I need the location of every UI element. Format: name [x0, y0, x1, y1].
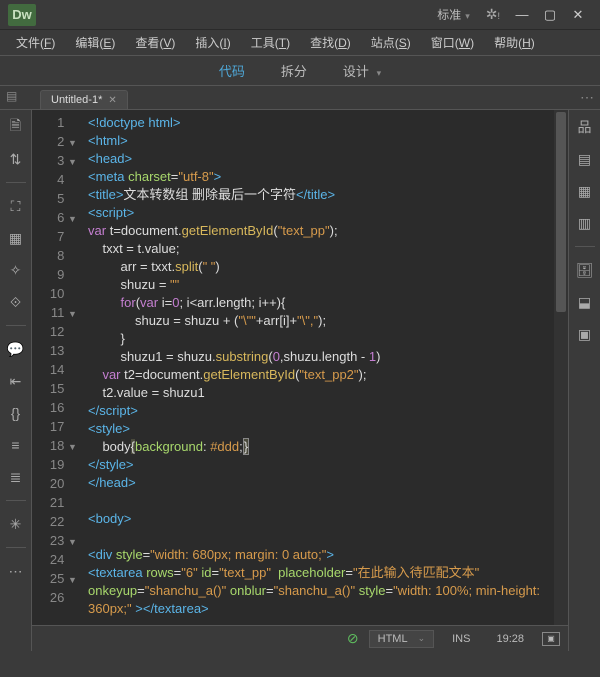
preview-icon[interactable]: ▣ — [542, 632, 560, 646]
related-files-icon[interactable]: ▤ — [6, 89, 17, 103]
view-mode-bar: 代码 拆分 设计 ▾ — [0, 56, 600, 86]
statusbar: ⊘ HTML⌄ INS 19:28 ▣ — [32, 625, 568, 651]
highlight-icon[interactable]: ✳ — [7, 515, 25, 533]
insert-panel-icon[interactable]: ▦ — [576, 182, 594, 200]
indent-icon[interactable]: ⇤ — [7, 372, 25, 390]
menu-s[interactable]: 站点(S) — [361, 34, 421, 51]
menu-e[interactable]: 编辑(E) — [65, 34, 125, 51]
menu-w[interactable]: 窗口(W) — [421, 34, 484, 51]
insert-mode[interactable]: INS — [444, 631, 478, 647]
workspace-switcher[interactable]: 标准▾ — [429, 6, 478, 23]
view-design-tab[interactable]: 设计 ▾ — [335, 57, 389, 84]
format-icon[interactable]: {} — [7, 404, 25, 422]
dom-panel-icon[interactable]: 品 — [576, 118, 594, 136]
tab-options-icon[interactable]: ⋯ — [580, 89, 594, 106]
line-gutter: 1 2 ▼3 ▼4 5 6 ▼7 8 9 10 11 ▼12 13 14 15 … — [32, 110, 82, 625]
menu-t[interactable]: 工具(T) — [241, 34, 300, 51]
menu-f[interactable]: 文件(F) — [6, 34, 65, 51]
behaviors-icon[interactable]: ▣ — [576, 325, 594, 343]
menu-i[interactable]: 插入(I) — [185, 34, 240, 51]
minimize-button[interactable]: — — [508, 5, 536, 25]
scroll-thumb[interactable] — [556, 112, 566, 312]
css-panel-icon[interactable]: ▥ — [576, 214, 594, 232]
comment-icon[interactable]: 💬 — [7, 340, 25, 358]
chevron-down-icon: ▾ — [377, 68, 382, 78]
menu-h[interactable]: 帮助(H) — [484, 34, 545, 51]
files-panel-icon[interactable]: 🗄 — [576, 261, 594, 279]
assets-panel-icon[interactable]: ▤ — [576, 150, 594, 168]
cursor-position: 19:28 — [488, 631, 532, 647]
left-toolbar: 🗎 ⇅ ⛶ ▦ ✧ ⟐ 💬 ⇤ {} ≡ ≣ ✳ ⋯ — [0, 110, 32, 651]
maximize-button[interactable]: ▢ — [536, 5, 564, 25]
arrow-swap-icon[interactable]: ⇅ — [7, 150, 25, 168]
code-editor[interactable]: 1 2 ▼3 ▼4 5 6 ▼7 8 9 10 11 ▼12 13 14 15 … — [32, 110, 568, 625]
wand-icon[interactable]: ✧ — [7, 261, 25, 279]
menubar: 文件(F)编辑(E)查看(V)插入(I)工具(T)查找(D)站点(S)窗口(W)… — [0, 30, 600, 56]
chevron-down-icon: ⌄ — [418, 633, 426, 644]
status-ok-icon[interactable]: ⊘ — [347, 630, 359, 647]
code-content[interactable]: <!doctype html><html><head><meta charset… — [82, 110, 568, 625]
workspace: 🗎 ⇅ ⛶ ▦ ✧ ⟐ 💬 ⇤ {} ≡ ≣ ✳ ⋯ 1 2 ▼3 ▼4 5 6… — [0, 110, 600, 651]
titlebar: Dw 标准▾ ✲! — ▢ ✕ — [0, 0, 600, 30]
vertical-scrollbar[interactable] — [554, 110, 568, 625]
file-tabstrip: ▤ Untitled-1* ✕ ⋯ — [0, 86, 600, 110]
outdent-left-icon[interactable]: ≡ — [7, 436, 25, 454]
cc-libraries-icon[interactable]: ⬓ — [576, 293, 594, 311]
menu-v[interactable]: 查看(V) — [125, 34, 185, 51]
right-toolbar: 品 ▤ ▦ ▥ 🗄 ⬓ ▣ — [568, 110, 600, 651]
file-tab[interactable]: Untitled-1* ✕ — [40, 90, 128, 109]
view-split-tab[interactable]: 拆分 — [273, 57, 315, 84]
menu-d[interactable]: 查找(D) — [300, 34, 361, 51]
file-tab-label: Untitled-1* — [51, 94, 102, 106]
outdent-right-icon[interactable]: ≣ — [7, 468, 25, 486]
app-logo: Dw — [8, 4, 36, 26]
file-management-icon[interactable]: 🗎 — [7, 118, 25, 136]
close-tab-icon[interactable]: ✕ — [108, 95, 116, 106]
snippets-icon[interactable]: ⟐ — [7, 293, 25, 311]
sync-settings-icon[interactable]: ✲! — [478, 6, 508, 23]
language-selector[interactable]: HTML⌄ — [369, 630, 435, 648]
chevron-down-icon: ▾ — [465, 11, 470, 21]
expand-icon[interactable]: ⛶ — [7, 197, 25, 215]
more-icon[interactable]: ⋯ — [7, 562, 25, 580]
close-button[interactable]: ✕ — [564, 5, 592, 25]
view-code-tab[interactable]: 代码 — [211, 57, 253, 84]
collapse-icon[interactable]: ▦ — [7, 229, 25, 247]
